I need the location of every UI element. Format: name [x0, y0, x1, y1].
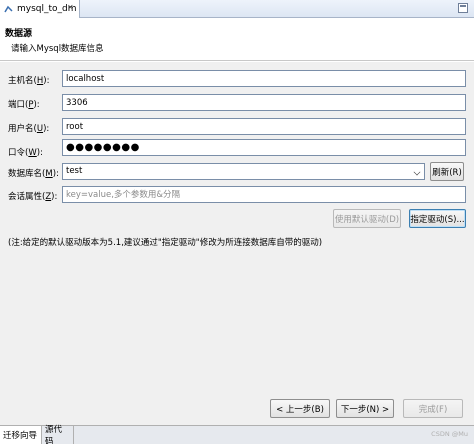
driver-note: (注:给定的默认驱动版本为5.1,建议通过"指定驱动"修改为所连接数据库自带的驱… [8, 238, 323, 248]
session-field[interactable] [62, 186, 466, 203]
user-field[interactable] [62, 118, 466, 135]
bottom-tab-bar: 迁移向导 源代码 CSDN @Mu [0, 425, 474, 444]
prev-button[interactable]: < 上一步(B) [270, 399, 330, 418]
wizard-header: 数据源 请输入Mysql数据库信息 [0, 19, 474, 61]
tab-mysql-to-dm[interactable]: mysql_to_dm ✕ [0, 0, 80, 18]
editor-tab-bar: mysql_to_dm ✕ [0, 0, 474, 18]
database-select-value: test [66, 166, 83, 176]
finish-button[interactable]: 完成(F) [403, 399, 463, 418]
use-default-driver-button[interactable]: 使用默认驱动(D) [333, 209, 401, 228]
session-label: 会话属性(Z): [8, 192, 58, 202]
password-label: 口令(W): [8, 148, 43, 158]
port-field[interactable] [62, 94, 466, 111]
wizard-body: 主机名(H): 端口(P): 用户名(U): 口令(W): ●●●●●●●● 数… [0, 62, 474, 425]
port-label: 端口(P): [8, 100, 40, 110]
database-icon [4, 5, 13, 14]
tab-source-code[interactable]: 源代码 [42, 425, 74, 444]
next-button[interactable]: 下一步(N) > [336, 399, 394, 418]
refresh-button[interactable]: 刷新(R) [430, 162, 464, 181]
watermark: CSDN @Mu [431, 430, 468, 438]
minimize-icon[interactable] [458, 3, 468, 13]
database-select[interactable]: test [62, 163, 425, 180]
user-label: 用户名(U): [8, 124, 50, 134]
specify-driver-button[interactable]: 指定驱动(S)... [409, 209, 466, 228]
host-label: 主机名(H): [8, 76, 50, 86]
tab-migration-wizard[interactable]: 迁移向导 [0, 426, 42, 444]
host-field[interactable] [62, 70, 466, 87]
chevron-down-icon[interactable] [413, 168, 421, 176]
database-label: 数据库名(M): [8, 169, 59, 179]
password-field[interactable]: ●●●●●●●● [62, 139, 466, 156]
page-description: 请输入Mysql数据库信息 [11, 44, 104, 54]
page-title: 数据源 [5, 29, 33, 39]
close-icon[interactable]: ✕ [67, 3, 74, 12]
